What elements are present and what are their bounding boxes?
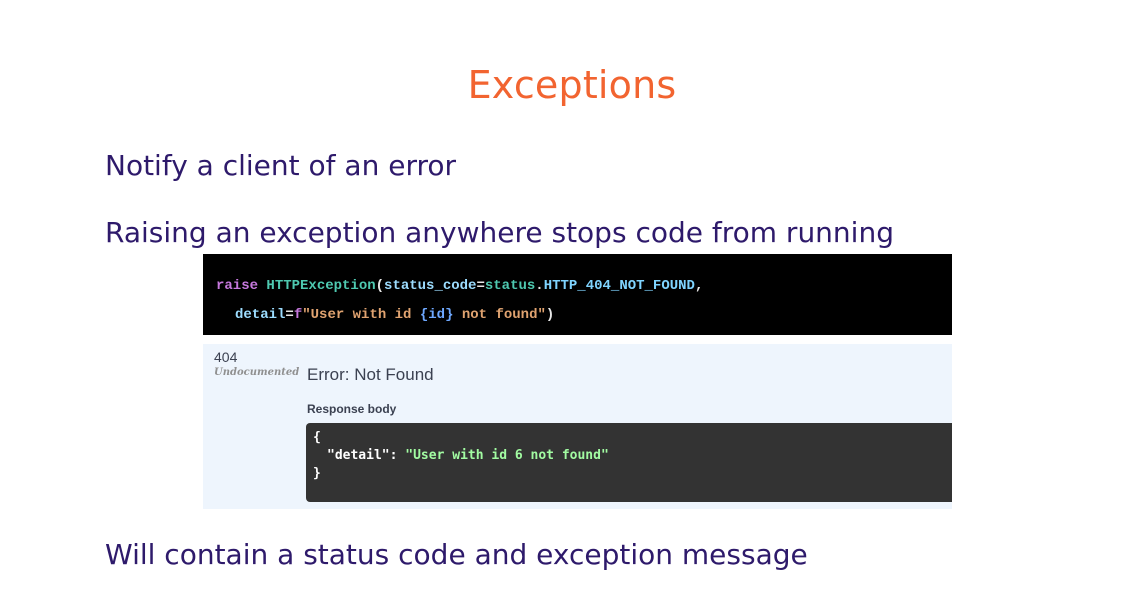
code-line-raise: raise HTTPException(status_code=status.H…: [216, 277, 703, 295]
code-fstring-prefix: f: [293, 307, 303, 323]
slide-title: Exceptions: [467, 63, 677, 107]
json-colon: :: [389, 448, 406, 463]
code-equals-2: =: [285, 307, 294, 323]
code-interpolation: {id}: [419, 307, 454, 323]
code-module-status: status: [484, 278, 536, 294]
api-response-panel: 404 Undocumented Error: Not Found Respon…: [203, 344, 952, 509]
bullet-raising-stops-code: Raising an exception anywhere stops code…: [105, 216, 894, 249]
response-body-label: Response body: [307, 402, 397, 416]
code-equals: =: [476, 278, 485, 294]
code-snippet: raise HTTPException(status_code=status.H…: [203, 254, 952, 335]
response-body-json: { "detail": "User with id 6 not found" }: [306, 423, 952, 502]
code-dot: .: [535, 278, 544, 294]
json-value-detail: "User with id 6 not found": [405, 448, 609, 463]
error-message: Error: Not Found: [307, 365, 434, 384]
json-key-detail: "detail": [327, 448, 390, 463]
code-constant-404: HTTP_404_NOT_FOUND: [543, 278, 695, 294]
code-param-detail: detail: [235, 307, 286, 323]
code-open-paren: (: [375, 278, 385, 294]
code-keyword-raise: raise: [216, 278, 259, 294]
code-string-start: "User with id: [302, 307, 420, 323]
json-open-brace: {: [313, 430, 321, 445]
code-class-name: HTTPException: [266, 278, 376, 294]
status-code: 404: [214, 349, 238, 365]
code-line-detail: detail=f"User with id {id} not found"): [235, 306, 554, 324]
code-param-status-code: status_code: [384, 278, 477, 294]
bullet-notify-client: Notify a client of an error: [105, 149, 457, 182]
code-comma: ,: [694, 278, 704, 294]
undocumented-tag: Undocumented: [214, 367, 300, 378]
json-detail-line: "detail": "User with id 6 not found": [327, 448, 609, 464]
code-close-paren: ): [545, 307, 555, 323]
json-close-brace: }: [313, 466, 321, 481]
bullet-status-code-message: Will contain a status code and exception…: [105, 538, 808, 571]
code-string-end: not found": [453, 307, 546, 323]
